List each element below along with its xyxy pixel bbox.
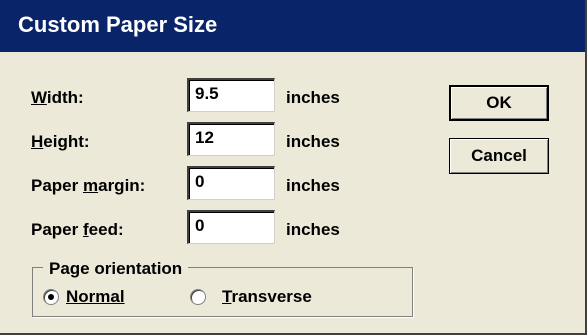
height-label: Height: (31, 132, 90, 151)
paper-feed-unit: inches (286, 220, 340, 239)
dialog-title: Custom Paper Size (18, 12, 218, 37)
paper-margin-label: Paper margin: (31, 176, 146, 195)
radio-selected-dot (48, 294, 54, 300)
paper-feed-field[interactable]: 0 (187, 210, 275, 244)
normal-radio-label[interactable]: Normal (66, 287, 125, 307)
cancel-button[interactable]: Cancel (449, 138, 549, 174)
custom-paper-size-dialog: Custom Paper Size Width: 9.5 inches Heig… (0, 0, 587, 335)
width-label: Width: (31, 88, 84, 107)
paper-margin-field[interactable]: 0 (187, 166, 275, 200)
transverse-radio[interactable] (190, 289, 206, 305)
transverse-radio-label[interactable]: Transverse (222, 287, 312, 307)
height-field[interactable]: 12 (187, 122, 275, 156)
page-orientation-label: Page orientation (43, 259, 189, 279)
paper-margin-unit: inches (286, 176, 340, 195)
width-field[interactable]: 9.5 (187, 78, 275, 112)
title-bar[interactable]: Custom Paper Size (0, 0, 585, 52)
paper-feed-label: Paper feed: (31, 220, 124, 239)
ok-button[interactable]: OK (449, 85, 549, 121)
height-unit: inches (286, 132, 340, 151)
width-unit: inches (286, 88, 340, 107)
normal-radio[interactable] (43, 289, 59, 305)
